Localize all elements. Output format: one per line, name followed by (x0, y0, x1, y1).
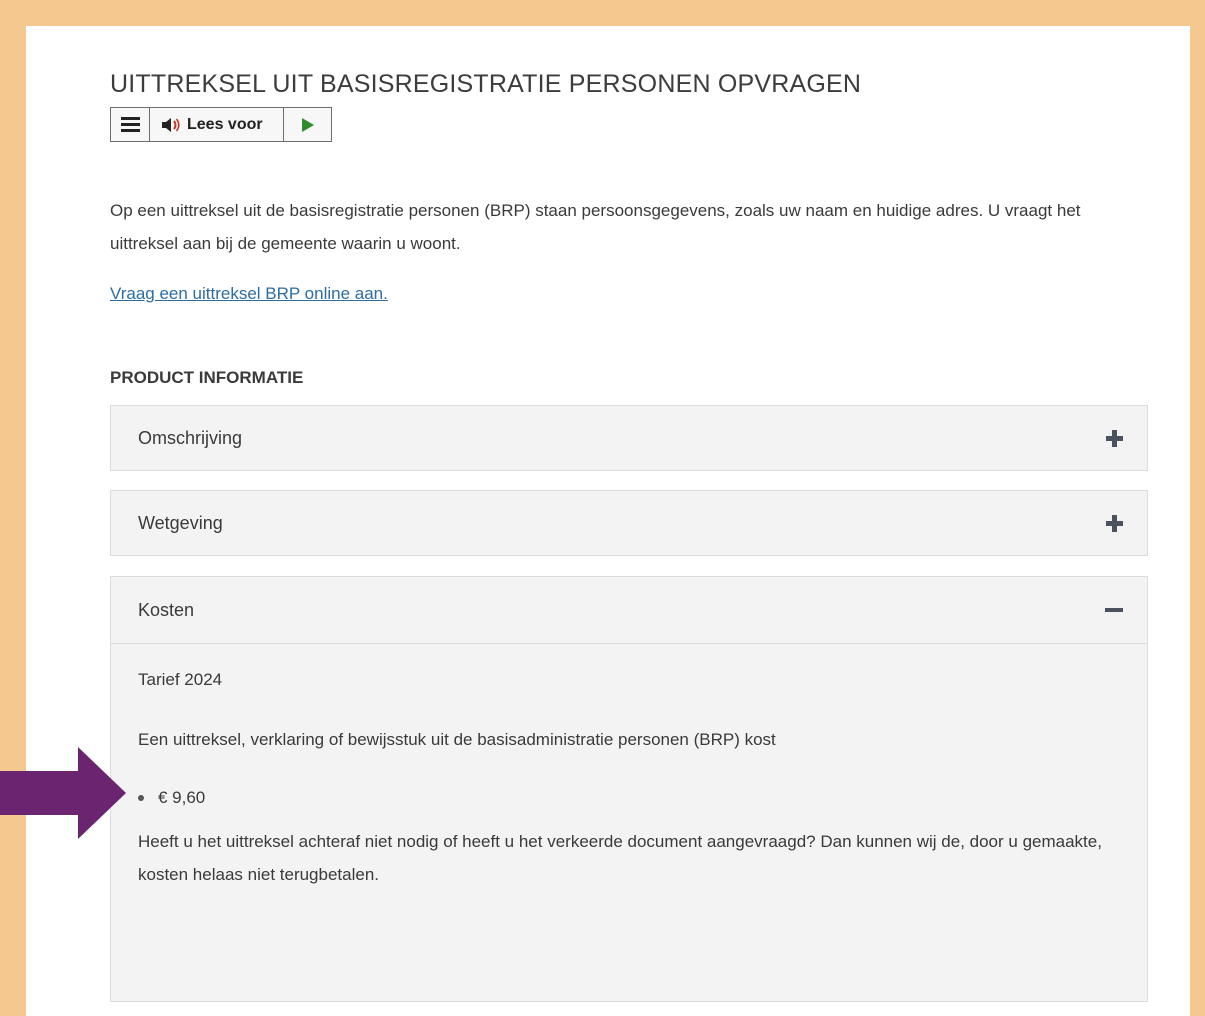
speaker-icon (162, 117, 180, 132)
readspeaker-label: Lees voor (187, 115, 263, 133)
price-value: € 9,60 (158, 788, 206, 807)
section-heading: PRODUCT INFORMATIE (110, 368, 304, 387)
accordion-title: Omschrijving (138, 427, 243, 448)
bullet-icon (138, 795, 144, 801)
accordion-item-kosten: Kosten Tarief 2024 Een uittreksel, verkl… (110, 576, 1148, 1002)
accordion-item-omschrijving: Omschrijving (110, 405, 1148, 471)
menu-icon (120, 117, 140, 132)
refund-note: Heeft u het uittreksel achteraf niet nod… (138, 832, 1102, 884)
request-online-link[interactable]: Vraag een uittreksel BRP online aan. (110, 284, 388, 304)
readspeaker-listen-button[interactable]: Lees voor (150, 108, 284, 141)
tarief-label: Tarief 2024 (138, 670, 223, 689)
accordion-header-kosten[interactable]: Kosten (111, 577, 1147, 643)
play-icon (301, 117, 314, 132)
cost-description: Een uittreksel, verklaring of bewijsstuk… (138, 730, 776, 749)
accordion-body-kosten: Tarief 2024 Een uittreksel, verklaring o… (111, 643, 1147, 1002)
accordion-header-omschrijving[interactable]: Omschrijving (111, 406, 1147, 470)
price-list-item: € 9,60 (138, 788, 205, 808)
readspeaker-toolbar: Lees voor (110, 107, 332, 142)
page-title: UITTREKSEL UIT BASISREGISTRATIE PERSONEN… (110, 70, 862, 98)
accordion-title: Wetgeving (138, 512, 223, 533)
intro-text: Op een uittreksel uit de basisregistrati… (110, 201, 1081, 253)
accordion-header-wetgeving[interactable]: Wetgeving (111, 491, 1147, 555)
accordion-title: Kosten (138, 599, 195, 620)
page-frame: UITTREKSEL UIT BASISREGISTRATIE PERSONEN… (26, 26, 1190, 1016)
minus-icon (1105, 608, 1123, 612)
arrow-icon (0, 747, 126, 839)
plus-icon (1106, 514, 1123, 532)
accordion-item-wetgeving: Wetgeving (110, 490, 1148, 556)
readspeaker-menu-button[interactable] (111, 108, 150, 141)
plus-icon (1106, 429, 1123, 447)
readspeaker-play-button[interactable] (284, 108, 331, 141)
